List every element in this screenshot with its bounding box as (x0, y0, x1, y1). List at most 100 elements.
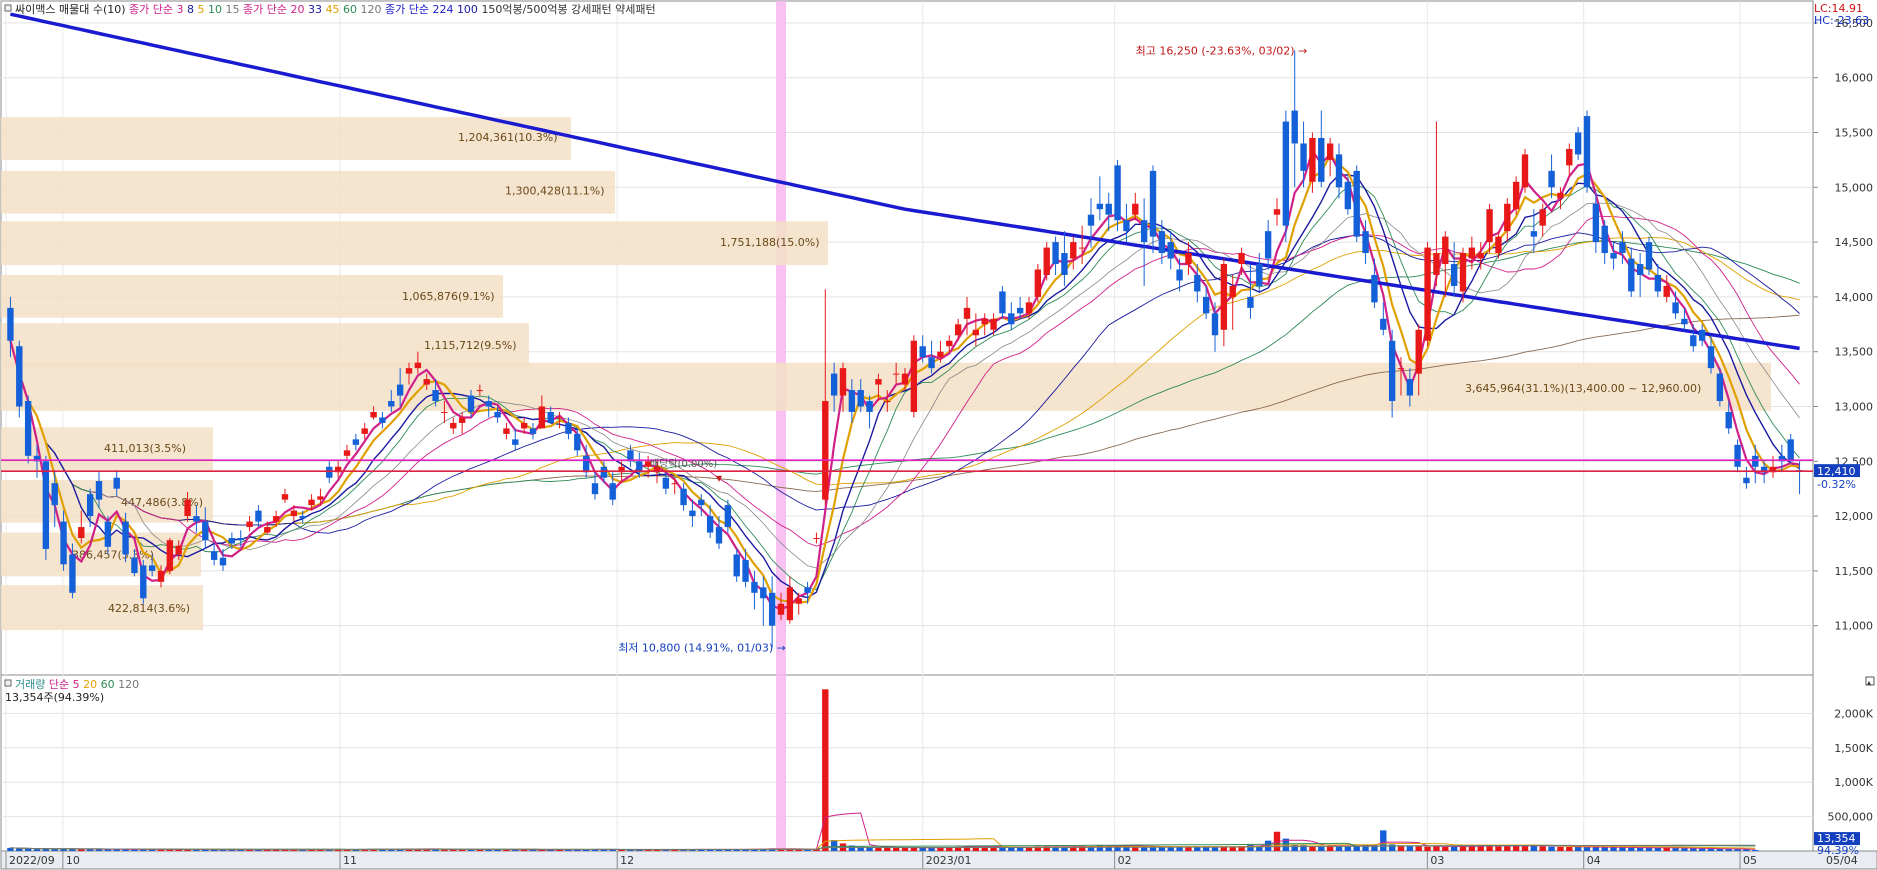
candle-body[interactable] (1264, 231, 1272, 259)
candle-body[interactable] (352, 439, 360, 445)
candle-body[interactable] (1291, 110, 1298, 144)
candle-body[interactable] (317, 496, 324, 500)
candle-body[interactable] (574, 433, 581, 451)
candle-body[interactable] (1388, 340, 1396, 402)
candle-body[interactable] (706, 516, 714, 533)
stock-chart[interactable]: 1,204,361(10.3%) 1,300,428(11.1%) 1,751,18… (0, 0, 1877, 870)
candle-body[interactable] (1681, 318, 1688, 325)
candle-body[interactable] (1707, 346, 1715, 369)
candle-body[interactable] (1220, 264, 1228, 330)
candle-body[interactable] (1362, 231, 1369, 254)
candle-body[interactable] (1114, 165, 1121, 221)
candle-body[interactable] (1406, 379, 1414, 396)
candle-body[interactable] (1486, 209, 1493, 243)
candle-body[interactable] (308, 499, 315, 506)
volume-bar[interactable] (1548, 846, 1555, 851)
candle-body[interactable] (299, 516, 306, 519)
volume-bar[interactable] (928, 847, 935, 851)
volume-bar[interactable] (1619, 847, 1626, 851)
candle-body[interactable] (1645, 242, 1653, 270)
candle-body[interactable] (884, 401, 891, 403)
volume-bar[interactable] (1681, 848, 1688, 851)
candle-body[interactable] (95, 481, 103, 500)
candle-body[interactable] (1583, 116, 1591, 188)
candle-body[interactable] (671, 483, 678, 485)
volume-bar[interactable] (1167, 847, 1174, 851)
candle-body[interactable] (148, 565, 156, 571)
candle-body[interactable] (556, 417, 563, 419)
candle-body[interactable] (538, 406, 546, 429)
candle-body[interactable] (1344, 181, 1352, 210)
candle-body[interactable] (512, 439, 519, 445)
candle-body[interactable] (839, 368, 847, 396)
candle-body[interactable] (1353, 170, 1360, 237)
candle-body[interactable] (1318, 137, 1325, 182)
candle-body[interactable] (715, 527, 723, 544)
candle-body[interactable] (1078, 247, 1086, 249)
candle-body[interactable] (582, 455, 590, 473)
volume-bar[interactable] (1734, 849, 1741, 851)
candle-body[interactable] (1477, 253, 1484, 259)
volume-bar[interactable] (1415, 846, 1422, 851)
candle-body[interactable] (822, 401, 829, 500)
volume-bar[interactable] (1229, 847, 1236, 851)
candle-body[interactable] (760, 587, 767, 599)
candle-body[interactable] (1132, 203, 1139, 215)
candle-body[interactable] (423, 379, 430, 385)
candle-body[interactable] (1016, 307, 1024, 314)
candle-body[interactable] (946, 340, 953, 347)
candle-body[interactable] (609, 483, 616, 500)
candle-body[interactable] (388, 401, 395, 407)
volume-bar[interactable] (1504, 846, 1511, 851)
candle-body[interactable] (290, 510, 298, 517)
candle-body[interactable] (432, 390, 439, 402)
candle-body[interactable] (1149, 170, 1157, 237)
candle-body[interactable] (600, 466, 608, 478)
candle-body[interactable] (1185, 253, 1192, 265)
volume-bar[interactable] (1450, 846, 1458, 851)
candle-body[interactable] (777, 603, 785, 615)
volume-bar[interactable] (1495, 846, 1502, 851)
candle-body[interactable] (7, 307, 14, 341)
candle-body[interactable] (680, 488, 687, 506)
volume-bar[interactable] (1690, 848, 1697, 851)
candle-body[interactable] (928, 357, 935, 369)
volume-bar[interactable] (1194, 847, 1201, 851)
candle-body[interactable] (450, 422, 457, 429)
candle-body[interactable] (910, 340, 918, 412)
candle-body[interactable] (591, 483, 599, 495)
candle-body[interactable] (24, 401, 32, 456)
volume-bar[interactable] (1628, 847, 1635, 851)
volume-bar[interactable] (910, 847, 918, 851)
collapse-toggle-icon[interactable]: ▴ (1867, 678, 1871, 687)
candle-body[interactable] (343, 450, 351, 456)
volume-bar[interactable] (24, 848, 32, 851)
candle-body[interactable] (804, 587, 811, 593)
candle-body[interactable] (1548, 170, 1555, 188)
candle-body[interactable] (848, 390, 856, 412)
candle-body[interactable] (1105, 203, 1112, 215)
volume-bar[interactable] (830, 839, 838, 851)
candle-body[interactable] (1229, 285, 1236, 297)
candle-body[interactable] (1176, 269, 1183, 281)
candle-body[interactable] (1025, 302, 1033, 314)
volume-bar[interactable] (1380, 830, 1387, 851)
volume-bar[interactable] (892, 847, 900, 851)
volume-bar[interactable] (16, 848, 23, 851)
candle-body[interactable] (1008, 313, 1015, 325)
price-legend[interactable]: 싸이맥스 매물대 수(10) 종가 단순 3 8 5 10 15 종가 단순 2… (4, 2, 656, 16)
volume-bar[interactable] (1672, 848, 1679, 851)
candle-body[interactable] (689, 510, 696, 517)
candle-body[interactable] (1636, 264, 1644, 275)
candle-body[interactable] (193, 516, 200, 522)
volume-bar[interactable] (1574, 846, 1582, 851)
candle-body[interactable] (830, 373, 838, 396)
candle-body[interactable] (1725, 411, 1732, 429)
candle-body[interactable] (1397, 368, 1405, 370)
candle-body[interactable] (981, 318, 988, 325)
volume-bar[interactable] (1539, 846, 1546, 851)
volume-bar[interactable] (1601, 847, 1608, 851)
candle-body[interactable] (1247, 296, 1254, 308)
candle-body[interactable] (1450, 264, 1458, 286)
candle-body[interactable] (458, 417, 466, 423)
